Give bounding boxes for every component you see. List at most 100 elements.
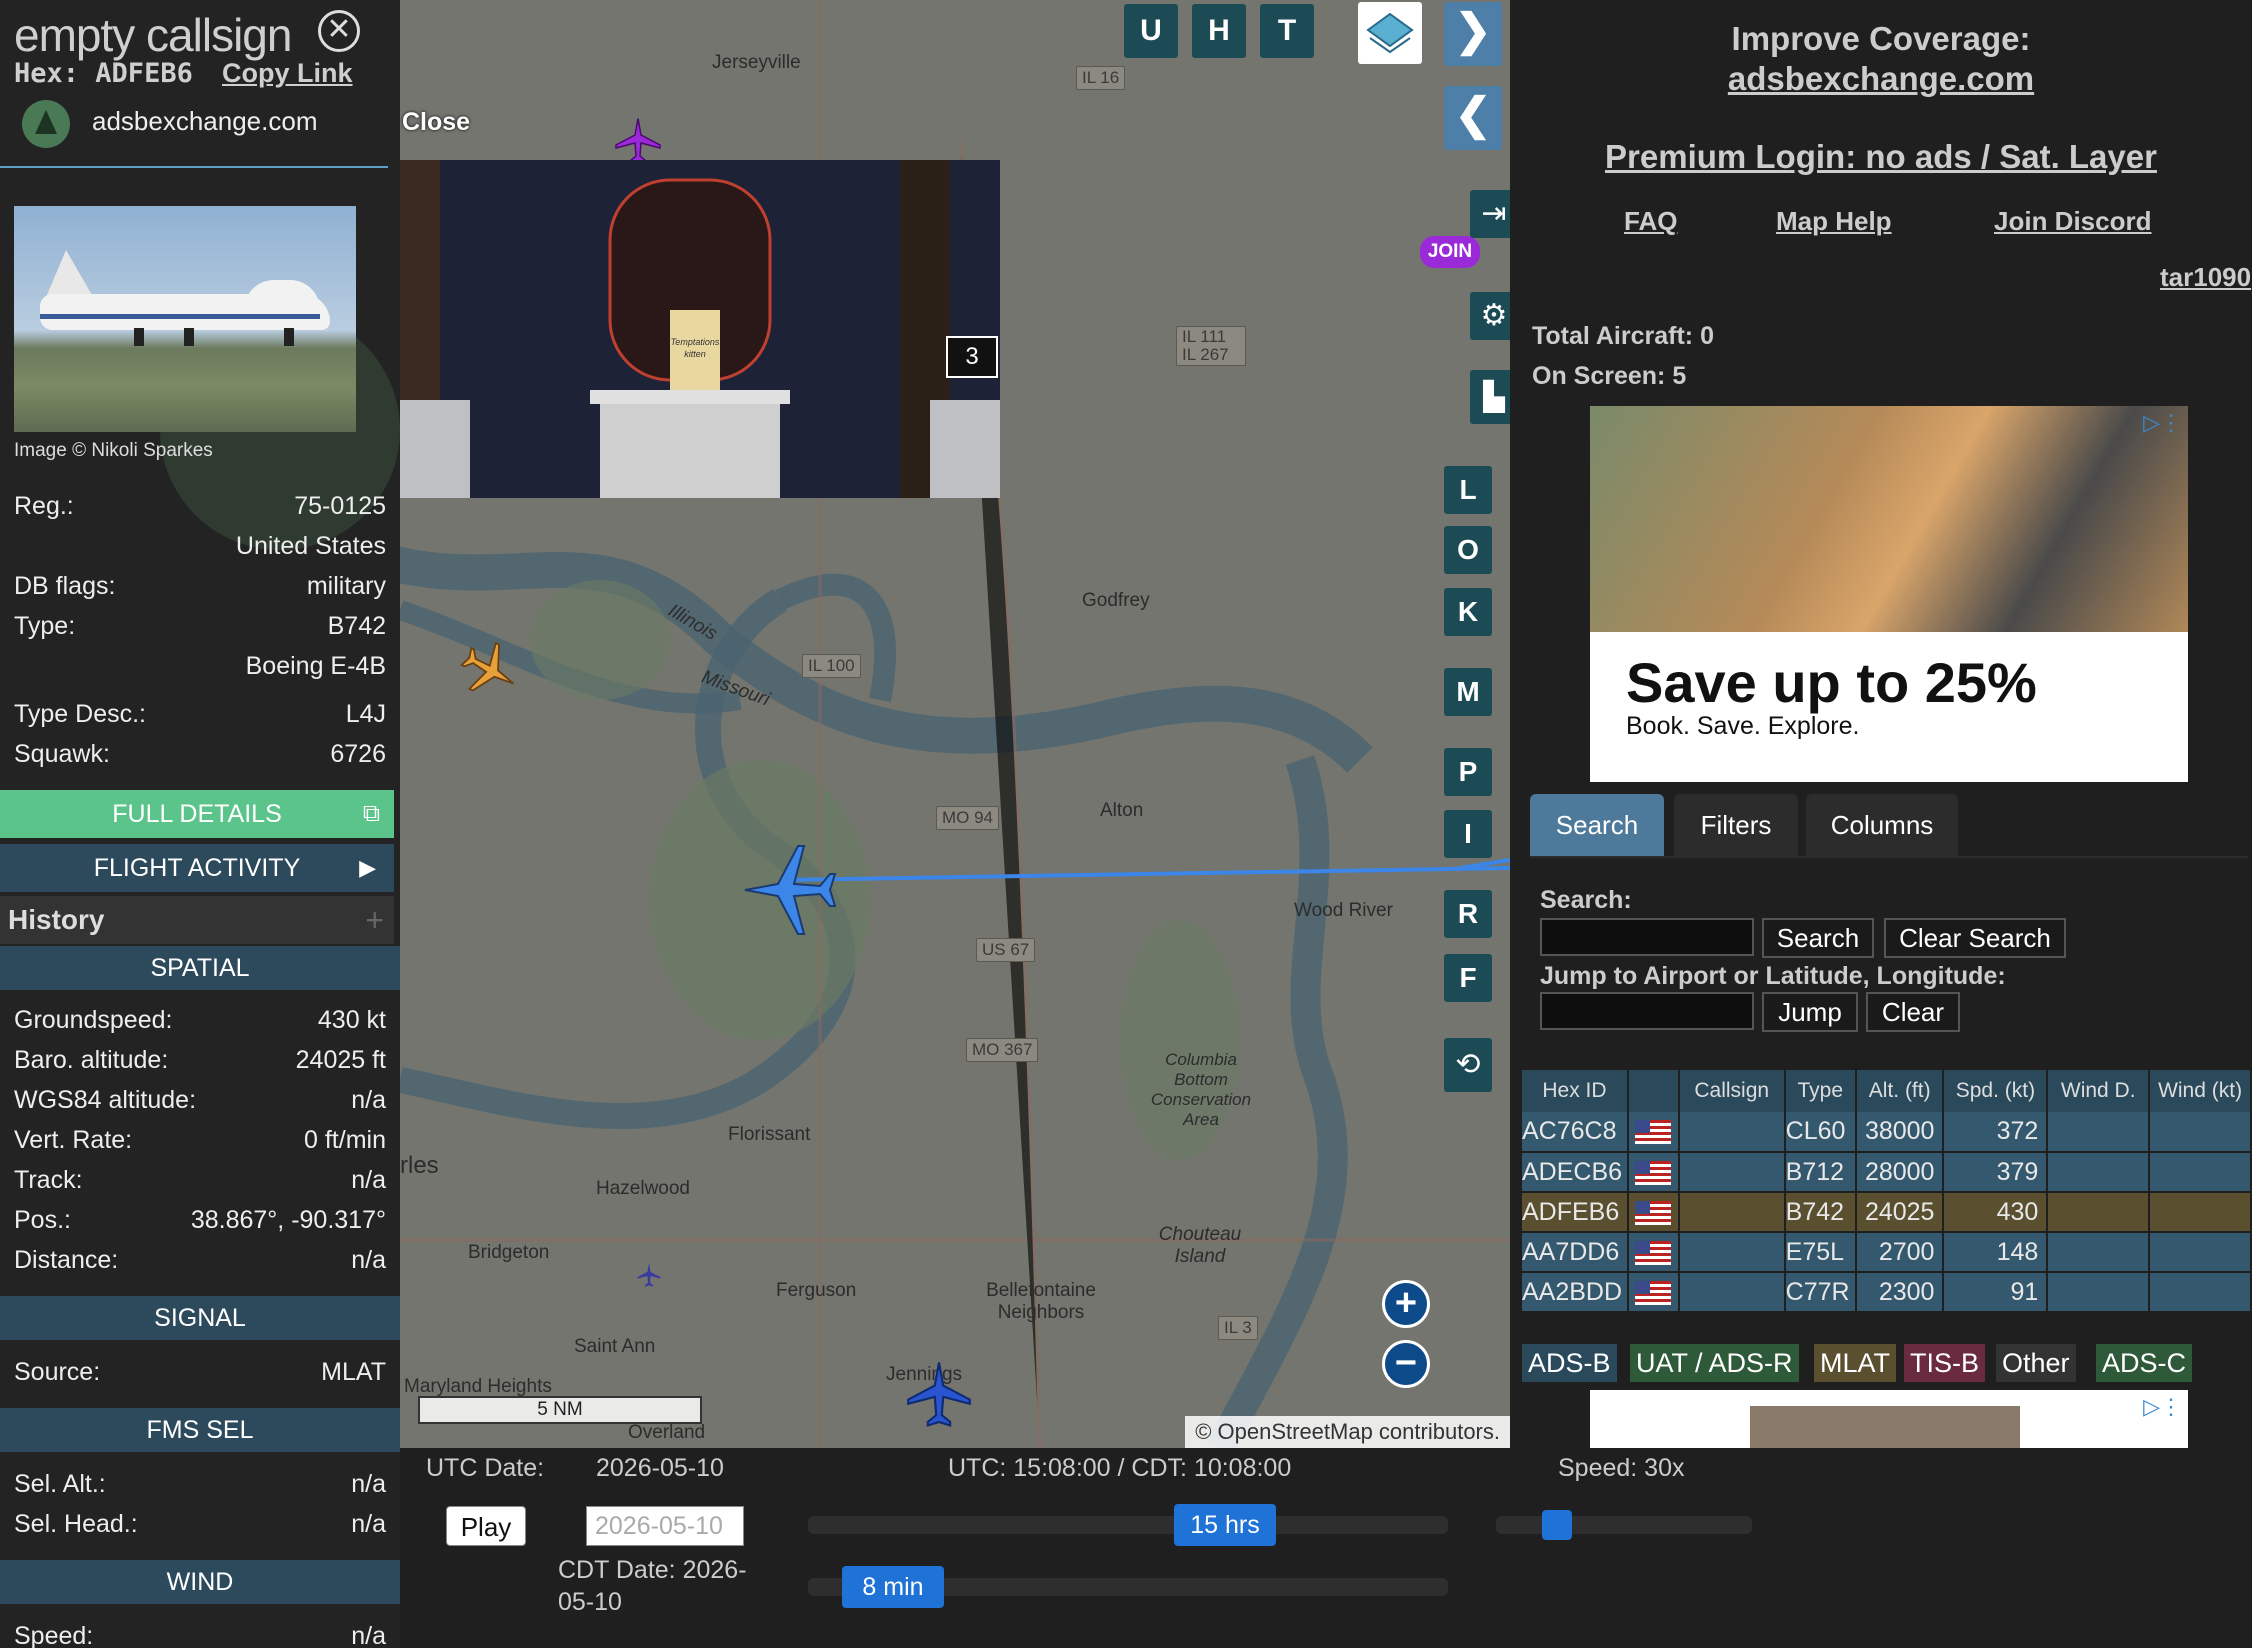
faq-link[interactable]: FAQ — [1624, 206, 1677, 237]
wind-dir-cell — [2047, 1152, 2151, 1193]
video-count-badge[interactable]: 3 — [946, 336, 998, 378]
m-button[interactable]: M — [1444, 668, 1492, 716]
utc-date-label: UTC Date: — [426, 1454, 545, 1482]
minutes-slider-thumb[interactable]: 8 min — [842, 1566, 944, 1608]
speed-slider-track[interactable] — [1496, 1516, 1752, 1534]
table-row-selected[interactable]: ADFEB6 B742 24025 430 — [1522, 1192, 2252, 1233]
jump-label: Jump to Airport or Latitude, Longitude: — [1540, 962, 2006, 990]
t-button[interactable]: T — [1260, 4, 1314, 58]
wind-dir-cell — [2047, 1232, 2151, 1273]
road-shield: MO 94 — [936, 806, 1000, 830]
aircraft-icon[interactable] — [460, 640, 520, 700]
layers-button[interactable] — [1358, 2, 1422, 64]
k-button[interactable]: K — [1444, 588, 1492, 636]
col-hex[interactable]: Hex ID — [1522, 1070, 1629, 1112]
jump-button[interactable]: Jump — [1762, 992, 1858, 1032]
join-badge[interactable]: JOIN — [1420, 236, 1480, 268]
aircraft-icon[interactable] — [610, 116, 666, 166]
legend-mlat[interactable]: MLAT — [1814, 1344, 1897, 1382]
jump-input[interactable] — [1540, 992, 1754, 1030]
fms-key: Sel. Alt.: — [14, 1470, 106, 1498]
join-discord-link[interactable]: Join Discord — [1994, 206, 2151, 237]
advertisement[interactable]: ▷⋮ Save up to 25% Book. Save. Explore. — [1590, 406, 2188, 782]
replay-icon[interactable]: ⟲ — [1444, 1038, 1492, 1092]
col-speed[interactable]: Spd. (kt) — [1943, 1070, 2049, 1112]
plus-icon[interactable]: + — [365, 896, 384, 944]
aircraft-photo[interactable] — [14, 206, 356, 432]
p-button[interactable]: P — [1444, 748, 1492, 796]
aircraft-icon[interactable] — [636, 1262, 662, 1288]
legend-ads-c[interactable]: ADS-C — [2096, 1344, 2193, 1382]
info-row: Squawk: 6726 — [14, 740, 386, 776]
legend-ads-b[interactable]: ADS-B — [1522, 1344, 1617, 1382]
ad-info-icon[interactable]: ▷⋮ — [2143, 1394, 2182, 1420]
table-row[interactable]: AA2BDD C77R 2300 91 — [1522, 1272, 2252, 1313]
fms-value: n/a — [351, 1510, 386, 1538]
selected-aircraft-icon[interactable] — [740, 840, 840, 940]
tab-search[interactable]: Search — [1530, 794, 1664, 856]
zoom-out-icon[interactable]: − — [1382, 1340, 1430, 1388]
col-callsign[interactable]: Callsign — [1678, 1070, 1786, 1112]
full-details-button[interactable]: FULL DETAILS ⧉ — [0, 790, 394, 838]
o-button[interactable]: O — [1444, 526, 1492, 574]
site-link[interactable]: adsbexchange.com — [92, 106, 317, 137]
col-flag[interactable] — [1627, 1070, 1680, 1112]
layers-icon — [1366, 12, 1414, 54]
podium-icon[interactable]: ▙ — [1470, 370, 1510, 424]
type-cell: B742 — [1784, 1192, 1857, 1233]
col-wind-dir[interactable]: Wind D. — [2047, 1070, 2151, 1112]
hours-slider-thumb[interactable]: 15 hrs — [1174, 1504, 1276, 1546]
col-wind[interactable]: Wind (kt) — [2149, 1070, 2252, 1112]
hours-slider-track[interactable] — [808, 1516, 1448, 1534]
speed-cell: 379 — [1943, 1152, 2049, 1193]
col-alt[interactable]: Alt. (ft) — [1855, 1070, 1945, 1112]
table-row[interactable]: ADECB6 B712 28000 379 — [1522, 1152, 2252, 1193]
zoom-in-icon[interactable]: + — [1382, 1280, 1430, 1328]
search-button[interactable]: Search — [1762, 918, 1874, 958]
play-button[interactable]: Play — [446, 1506, 526, 1546]
u-button[interactable]: U — [1124, 4, 1178, 58]
spatial-value: 24025 ft — [295, 1046, 386, 1074]
chevron-right-icon[interactable]: ❯ — [1444, 2, 1502, 66]
legend-other[interactable]: Other — [1996, 1344, 2076, 1382]
map-attribution[interactable]: © OpenStreetMap contributors. — [1185, 1416, 1510, 1448]
copy-link[interactable]: Copy Link — [222, 58, 353, 89]
tab-filters[interactable]: Filters — [1674, 794, 1798, 856]
spatial-value: 430 kt — [317, 1006, 386, 1034]
chevron-left-icon[interactable]: ❮ — [1444, 86, 1502, 150]
r-button[interactable]: R — [1444, 890, 1492, 938]
spatial-key: Baro. altitude: — [14, 1046, 169, 1074]
premium-login-link[interactable]: Premium Login: no ads / Sat. Layer — [1510, 138, 2252, 176]
i-button[interactable]: I — [1444, 810, 1492, 858]
legend-uat-ads-r[interactable]: UAT / ADS-R — [1630, 1344, 1799, 1382]
flight-activity-button[interactable]: FLIGHT ACTIVITY ▶ — [0, 844, 394, 892]
table-header: Hex ID Callsign Type Alt. (ft) Spd. (kt)… — [1522, 1070, 2252, 1112]
l-button[interactable]: L — [1444, 466, 1492, 514]
aircraft-icon[interactable] — [904, 1354, 974, 1434]
advertisement-bottom[interactable]: ▷⋮ — [1590, 1390, 2188, 1448]
legend-tis-b[interactable]: TIS-B — [1904, 1344, 1986, 1382]
h-button[interactable]: H — [1192, 4, 1246, 58]
tab-columns[interactable]: Columns — [1806, 794, 1958, 856]
date-input[interactable]: 2026-05-10 — [586, 1506, 744, 1546]
map-help-link[interactable]: Map Help — [1776, 206, 1892, 237]
photo-credit: Image © Nikoli Sparkes — [14, 440, 213, 461]
table-row[interactable]: AA7DD6 E75L 2700 148 — [1522, 1232, 2252, 1273]
ad-info-icon[interactable]: ▷⋮ — [2143, 410, 2182, 436]
table-row[interactable]: AC76C8 CL60 38000 372 — [1522, 1112, 2252, 1153]
col-type[interactable]: Type — [1784, 1070, 1857, 1112]
login-icon[interactable]: ⇥ — [1470, 190, 1510, 238]
info-key: Reg.: — [14, 492, 74, 520]
video-close-label[interactable]: Close — [402, 108, 470, 137]
user-link[interactable]: tar1090 — [2160, 262, 2251, 293]
search-input[interactable] — [1540, 918, 1754, 956]
f-button[interactable]: F — [1444, 954, 1492, 1002]
gear-icon[interactable]: ⚙ — [1470, 292, 1510, 340]
video-overlay[interactable]: 3 Temptations kitten — [400, 160, 1000, 498]
history-header[interactable]: History + — [0, 896, 394, 944]
clear-search-button[interactable]: Clear Search — [1884, 918, 2066, 958]
close-icon[interactable]: ✕ — [318, 10, 360, 52]
improve-coverage-link[interactable]: adsbexchange.com — [1510, 60, 2252, 98]
clear-button[interactable]: Clear — [1866, 992, 1960, 1032]
speed-slider-thumb[interactable] — [1542, 1510, 1572, 1540]
